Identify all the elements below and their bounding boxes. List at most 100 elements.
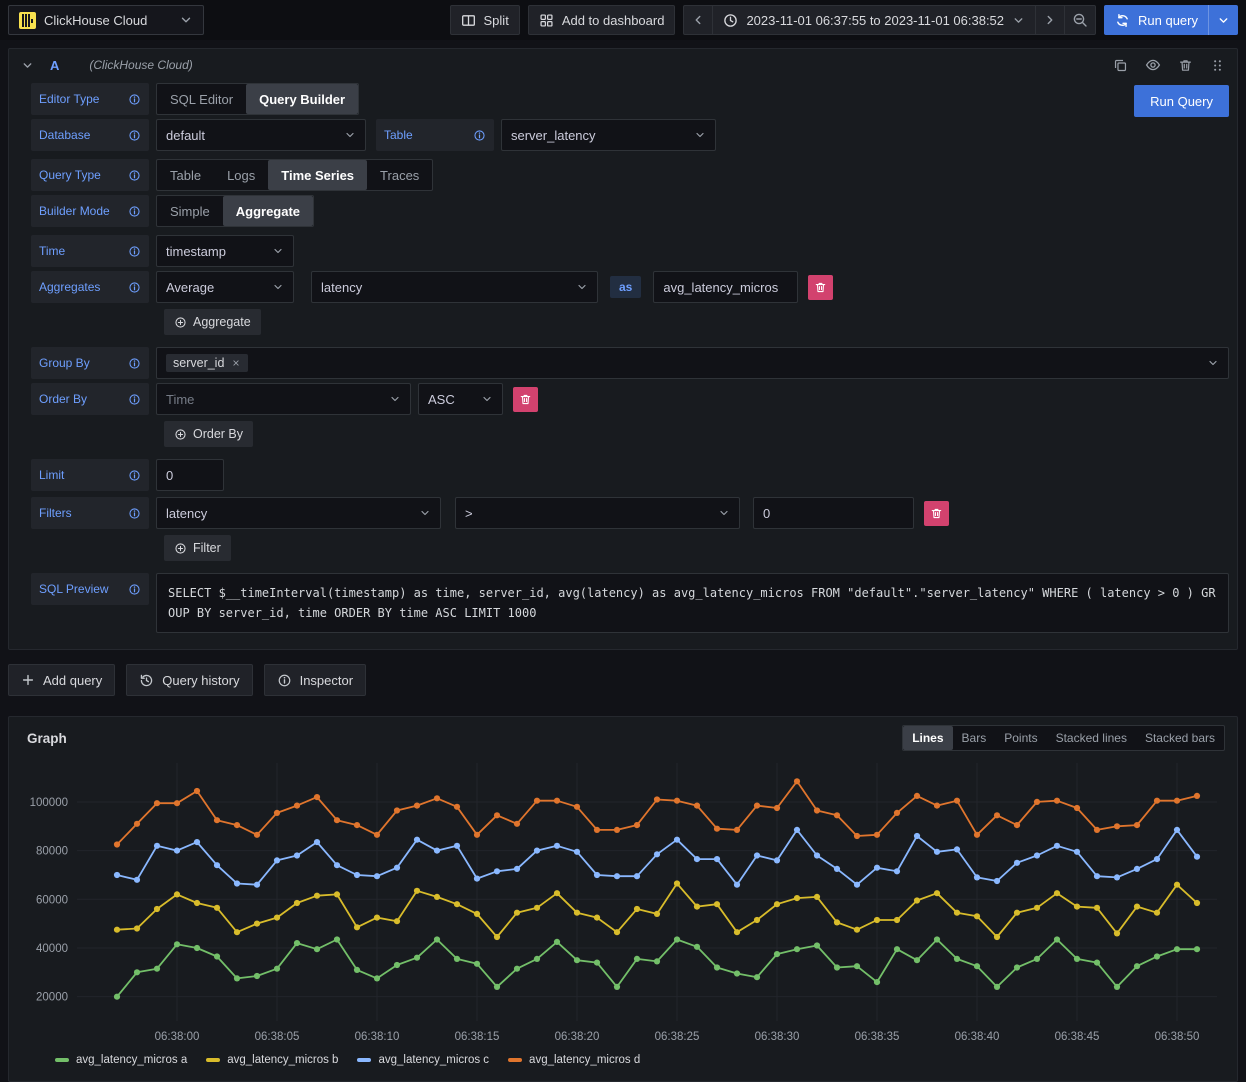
info-icon[interactable]: [128, 507, 141, 520]
collapse-chevron-icon[interactable]: [21, 59, 34, 72]
legend-item[interactable]: avg_latency_micros a: [55, 1054, 187, 1066]
query-history-button[interactable]: Query history: [126, 664, 252, 696]
split-button[interactable]: Split: [450, 5, 520, 35]
toggle-visibility-icon[interactable]: [1145, 57, 1161, 73]
graph-mode-lines[interactable]: Lines: [903, 726, 952, 750]
group-by-chip[interactable]: server_id: [166, 354, 248, 372]
info-icon[interactable]: [128, 393, 141, 406]
time-column-select[interactable]: timestamp: [156, 235, 294, 267]
explore-toolbar: ClickHouse Cloud Split Add to dashboard …: [0, 0, 1246, 40]
datasource-picker[interactable]: ClickHouse Cloud: [8, 5, 204, 35]
drag-handle-icon[interactable]: [1210, 58, 1225, 73]
plus-icon: [21, 673, 35, 687]
query-type-time-series[interactable]: Time Series: [268, 160, 367, 190]
plus-circle-icon: [174, 316, 187, 329]
aggregate-alias-input[interactable]: avg_latency_micros: [653, 271, 798, 303]
split-icon: [461, 13, 476, 28]
inspector-button[interactable]: Inspector: [264, 664, 366, 696]
query-type-logs[interactable]: Logs: [214, 160, 268, 190]
query-editor-panel: A (ClickHouse Cloud) Run Query Editor Ty…: [8, 48, 1238, 650]
remove-aggregate-button[interactable]: [808, 275, 833, 300]
panel-run-query-button[interactable]: Run Query: [1134, 85, 1229, 117]
legend-item[interactable]: avg_latency_micros c: [357, 1054, 489, 1066]
legend-swatch: [508, 1058, 522, 1062]
info-icon[interactable]: [128, 469, 141, 482]
info-icon[interactable]: [128, 245, 141, 258]
svg-text:06:38:50: 06:38:50: [1155, 1031, 1200, 1043]
graph-mode-bars[interactable]: Bars: [953, 726, 996, 750]
time-forward-button[interactable]: [1035, 5, 1064, 35]
time-back-button[interactable]: [683, 5, 712, 35]
table-select[interactable]: server_latency: [501, 119, 716, 151]
limit-input[interactable]: 0: [156, 459, 224, 491]
filter-operator-select[interactable]: >: [455, 497, 740, 529]
svg-text:06:38:15: 06:38:15: [455, 1031, 500, 1043]
zoom-out-button[interactable]: [1064, 5, 1096, 35]
aggregate-function-select[interactable]: Average: [156, 271, 294, 303]
add-to-dashboard-button[interactable]: Add to dashboard: [528, 5, 676, 35]
add-query-button[interactable]: Add query: [8, 664, 115, 696]
run-query-button[interactable]: Run query: [1104, 5, 1238, 35]
sql-preview-label: SQL Preview: [31, 573, 149, 605]
chevron-down-icon: [264, 245, 284, 257]
legend-label: avg_latency_micros b: [227, 1054, 338, 1066]
info-icon[interactable]: [128, 583, 141, 596]
legend-item[interactable]: avg_latency_micros d: [508, 1054, 640, 1066]
svg-text:100000: 100000: [30, 797, 68, 809]
chevron-down-icon: [568, 281, 588, 293]
info-circle-icon: [277, 673, 292, 688]
query-type-table[interactable]: Table: [157, 160, 214, 190]
graph-panel: Graph Lines Bars Points Stacked lines St…: [8, 716, 1238, 1082]
filter-value-input[interactable]: 0: [753, 497, 914, 529]
info-icon[interactable]: [128, 357, 141, 370]
info-icon[interactable]: [128, 281, 141, 294]
info-icon[interactable]: [128, 93, 141, 106]
info-icon[interactable]: [128, 129, 141, 142]
group-by-multiselect[interactable]: server_id: [156, 347, 1229, 379]
time-range-picker[interactable]: 2023-11-01 06:37:55 to 2023-11-01 06:38:…: [712, 5, 1035, 35]
chevron-down-icon: [411, 507, 431, 519]
as-keyword-badge: as: [610, 276, 641, 298]
duplicate-query-icon[interactable]: [1113, 58, 1128, 73]
svg-text:06:38:00: 06:38:00: [155, 1031, 200, 1043]
database-select[interactable]: default: [156, 119, 366, 151]
editor-type-query-builder[interactable]: Query Builder: [246, 84, 358, 114]
remove-filter-button[interactable]: [924, 501, 949, 526]
sync-icon: [1115, 13, 1130, 28]
info-icon[interactable]: [128, 169, 141, 182]
filters-label: Filters: [31, 497, 149, 529]
graph-mode-stacked-bars[interactable]: Stacked bars: [1136, 726, 1224, 750]
info-icon[interactable]: [128, 205, 141, 218]
editor-type-sql-editor[interactable]: SQL Editor: [157, 84, 246, 114]
limit-label: Limit: [31, 459, 149, 491]
builder-mode-simple[interactable]: Simple: [157, 196, 223, 226]
graph-mode-stacked-lines[interactable]: Stacked lines: [1047, 726, 1136, 750]
remove-chip-icon[interactable]: [231, 358, 241, 368]
time-label: Time: [31, 235, 149, 267]
editor-type-label: Editor Type: [31, 83, 149, 115]
add-order-by-button[interactable]: Order By: [164, 421, 253, 447]
order-by-field-select[interactable]: Time: [156, 383, 411, 415]
apps-icon: [539, 13, 554, 28]
run-query-dropdown[interactable]: [1208, 5, 1238, 35]
builder-mode-aggregate[interactable]: Aggregate: [223, 196, 313, 226]
query-ref-id[interactable]: A: [50, 58, 59, 73]
query-type-traces[interactable]: Traces: [367, 160, 432, 190]
remove-order-by-button[interactable]: [513, 387, 538, 412]
remove-query-icon[interactable]: [1178, 58, 1193, 73]
query-type-label: Query Type: [31, 159, 149, 191]
aggregate-column-select[interactable]: latency: [311, 271, 598, 303]
datasource-label: ClickHouse Cloud: [44, 13, 147, 28]
filter-field-select[interactable]: latency: [156, 497, 441, 529]
table-label: Table: [376, 119, 494, 151]
editor-type-switch: SQL Editor Query Builder: [156, 83, 359, 115]
svg-text:20000: 20000: [36, 992, 68, 1004]
order-by-direction-select[interactable]: ASC: [418, 383, 503, 415]
info-icon[interactable]: [473, 129, 486, 142]
add-aggregate-button[interactable]: Aggregate: [164, 309, 261, 335]
graph-mode-points[interactable]: Points: [995, 726, 1046, 750]
legend-swatch: [206, 1058, 220, 1062]
chevron-down-icon: [336, 129, 356, 141]
legend-item[interactable]: avg_latency_micros b: [206, 1054, 338, 1066]
add-filter-button[interactable]: Filter: [164, 535, 231, 561]
